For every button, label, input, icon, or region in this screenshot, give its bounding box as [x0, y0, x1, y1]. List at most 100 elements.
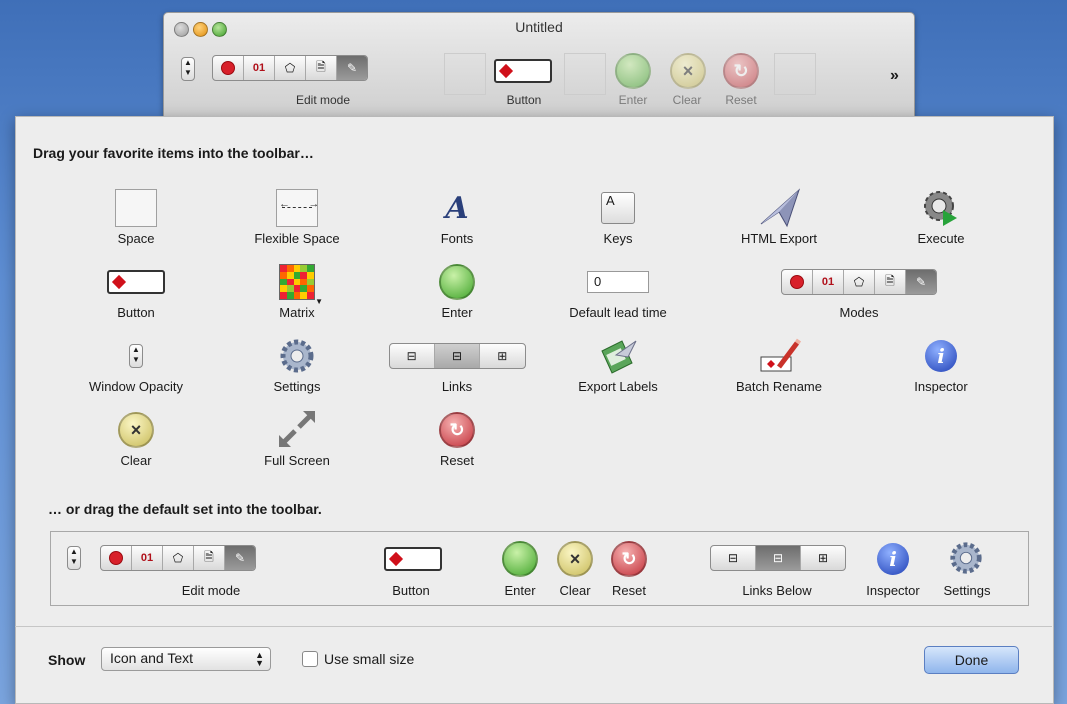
- palette-keys[interactable]: A Keys: [543, 188, 693, 246]
- palette-enter[interactable]: Enter: [382, 262, 532, 320]
- document-mode-icon[interactable]: 🗎: [306, 56, 337, 80]
- links-label: Links: [441, 379, 473, 394]
- toolbar-reset-button[interactable]: ↻: [723, 53, 759, 89]
- palette-export-labels[interactable]: Export Labels: [543, 336, 693, 394]
- palette-space[interactable]: Space: [61, 188, 211, 246]
- enter-label: Enter: [441, 305, 473, 320]
- palette-batch-rename[interactable]: Batch Rename: [704, 336, 854, 394]
- use-small-size-label[interactable]: Use small size: [324, 651, 414, 667]
- edit-mode-icon[interactable]: ✎: [337, 56, 367, 80]
- default-settings-label: Settings: [943, 583, 991, 598]
- default-reset-label: Reset: [612, 583, 646, 598]
- palette-execute[interactable]: Execute: [866, 188, 1016, 246]
- toolbar-clear-label: Clear: [672, 93, 702, 107]
- default-reset-icon: ↻: [611, 541, 647, 577]
- show-label: Show: [48, 652, 86, 668]
- default-button-label: Button: [392, 583, 430, 598]
- button-label: Button: [117, 305, 155, 320]
- reset-icon: ↻: [733, 60, 749, 81]
- palette-html-export[interactable]: HTML Export: [704, 188, 854, 246]
- execute-icon: [924, 191, 957, 226]
- toolbar-reset-label: Reset: [725, 93, 757, 107]
- window-title: Untitled: [515, 19, 563, 35]
- toolbar-space-3: [774, 53, 816, 95]
- palette-heading: Drag your favorite items into the toolba…: [33, 145, 314, 161]
- palette-flexible-space[interactable]: Flexible Space: [222, 188, 372, 246]
- use-small-size-checkbox[interactable]: [302, 651, 318, 667]
- settings-label: Settings: [273, 379, 321, 394]
- palette-clear[interactable]: × Clear: [61, 410, 211, 468]
- modes-icon: 01 ⬠ 🗎 ✎: [781, 269, 937, 295]
- default-settings-icon: [950, 542, 982, 574]
- show-select-value: Icon and Text: [110, 650, 194, 666]
- default-set-toolbar[interactable]: ▲ ▼ 01 ⬠ 🗎 ✎ Edit mode Button Enter × Clear …: [50, 531, 1029, 606]
- window-opacity-icon: ▲ ▼: [129, 344, 143, 368]
- window-opacity-label: Window Opacity: [89, 379, 183, 394]
- zero-one-mode-icon[interactable]: 01: [244, 56, 275, 80]
- clear-icon: ×: [682, 60, 694, 81]
- palette-links[interactable]: ⊟ ⊟ ⊞ Links: [382, 336, 532, 394]
- edit-mode-segmented-control[interactable]: 01 ⬠ 🗎 ✎: [212, 55, 368, 81]
- edit-mode-label: Edit mode: [295, 93, 351, 107]
- done-button[interactable]: Done: [924, 646, 1019, 674]
- default-opacity-stepper: ▲ ▼: [67, 546, 81, 570]
- fonts-label: Fonts: [440, 231, 474, 246]
- full-screen-label: Full Screen: [264, 453, 330, 468]
- default-set-heading: … or drag the default set into the toolb…: [48, 501, 322, 517]
- palette-window-opacity[interactable]: ▲ ▼ Window Opacity: [61, 336, 211, 394]
- flexible-space-icon: [276, 189, 319, 227]
- full-screen-icon: [279, 411, 315, 447]
- background-window: Untitled ▲ ▼ 01 ⬠ 🗎 ✎ Edit mode Button En…: [163, 12, 915, 118]
- button-icon: [107, 270, 165, 294]
- palette-default-lead-time[interactable]: 0 Default lead time: [543, 262, 693, 320]
- links-icon: ⊟ ⊟ ⊞: [388, 343, 526, 369]
- toolbar-overflow-icon[interactable]: »: [890, 67, 899, 85]
- keys-icon: A: [601, 192, 635, 224]
- record-mode-icon[interactable]: [213, 56, 244, 80]
- default-inspector-label: Inspector: [866, 583, 920, 598]
- palette-button[interactable]: Button: [61, 262, 211, 320]
- default-edit-mode-label: Edit mode: [181, 583, 241, 598]
- reset-icon: ↻: [439, 412, 475, 448]
- settings-icon: [280, 339, 314, 373]
- default-lead-time-label: Default lead time: [569, 305, 667, 320]
- palette-matrix[interactable]: Matrix: [222, 262, 372, 320]
- matrix-icon: [279, 264, 323, 306]
- palette-full-screen[interactable]: Full Screen: [222, 410, 372, 468]
- toolbar-button-label: Button: [506, 93, 542, 107]
- default-enter-icon: [502, 541, 538, 577]
- enter-icon: [439, 264, 475, 300]
- fonts-icon: A: [445, 190, 469, 226]
- toolbar-button-field[interactable]: [494, 59, 552, 83]
- toolbar-space-2: [564, 53, 606, 95]
- palette-fonts[interactable]: A Fonts: [382, 188, 532, 247]
- palette-settings[interactable]: Settings: [222, 336, 372, 394]
- opacity-stepper[interactable]: ▲ ▼: [181, 57, 195, 81]
- batch-rename-label: Batch Rename: [736, 379, 822, 394]
- select-arrows-icon: ▲ ▼: [255, 650, 264, 668]
- space-label: Space: [117, 231, 155, 246]
- show-select[interactable]: Icon and Text ▲ ▼: [101, 647, 271, 671]
- shape-mode-icon[interactable]: ⬠: [275, 56, 306, 80]
- palette-modes[interactable]: 01 ⬠ 🗎 ✎ Modes: [748, 262, 970, 320]
- default-lead-time-field: 0: [587, 271, 649, 293]
- toolbar-enter-button[interactable]: [615, 53, 651, 89]
- flexible-space-label: Flexible Space: [254, 231, 340, 246]
- default-inspector-icon: i: [877, 543, 909, 575]
- inspector-icon: i: [925, 340, 957, 372]
- default-clear-label: Clear: [559, 583, 591, 598]
- clear-label: Clear: [120, 453, 152, 468]
- toolbar-clear-button[interactable]: ×: [670, 53, 706, 89]
- default-links-below-label: Links Below: [742, 583, 812, 598]
- default-clear-icon: ×: [557, 541, 593, 577]
- export-labels-icon: [601, 340, 637, 374]
- palette-inspector[interactable]: i Inspector: [866, 336, 1016, 394]
- export-labels-label: Export Labels: [578, 379, 658, 394]
- matrix-label: Matrix: [279, 305, 315, 320]
- inspector-label: Inspector: [914, 379, 968, 394]
- reset-label: Reset: [440, 453, 474, 468]
- toolbar-enter-label: Enter: [618, 93, 648, 107]
- palette-reset[interactable]: ↻ Reset: [382, 410, 532, 468]
- html-export-icon: [760, 188, 801, 228]
- execute-label: Execute: [917, 231, 965, 246]
